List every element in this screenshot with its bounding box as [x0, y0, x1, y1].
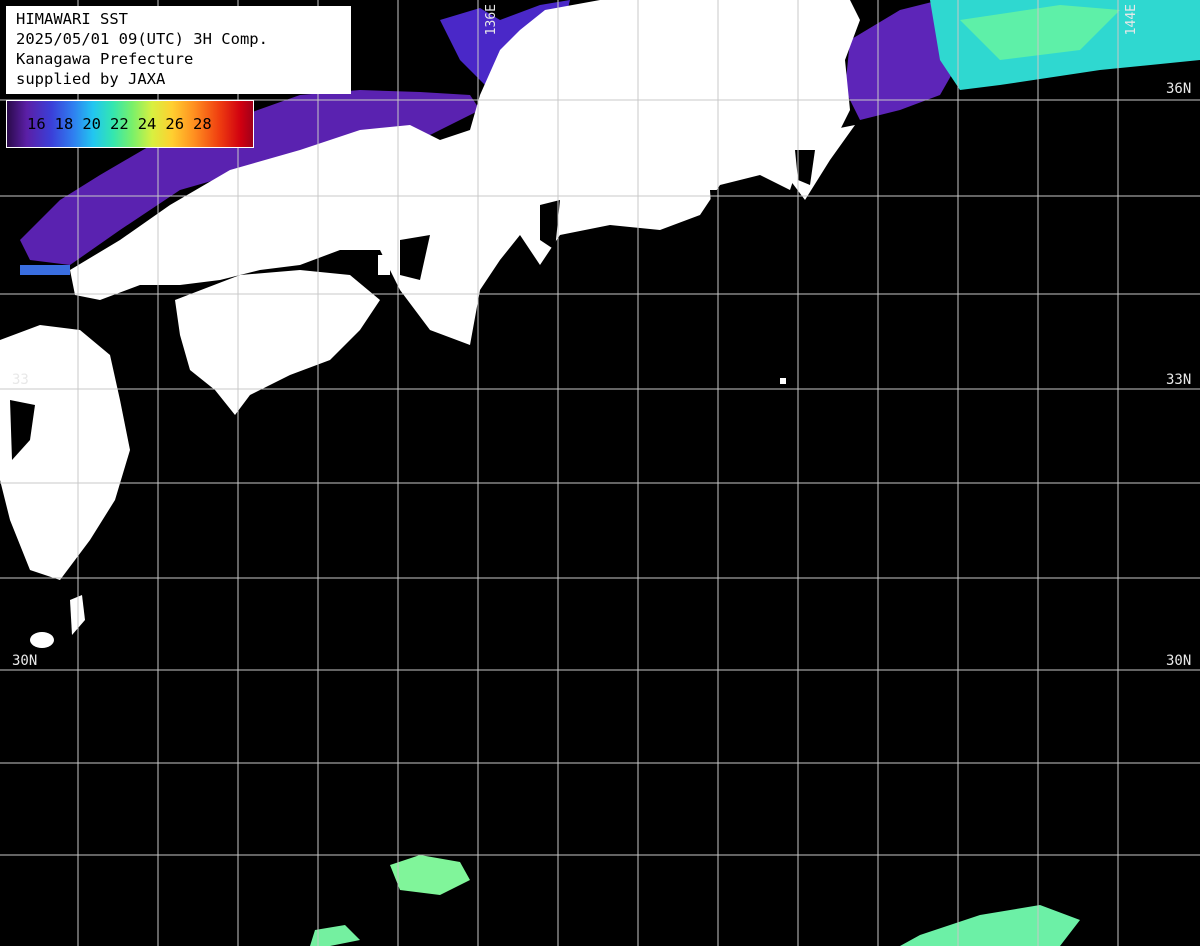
lat-33n-label: 33N	[1166, 372, 1192, 388]
legend-ticks: 16 18 20 22 24 26 28	[27, 115, 212, 133]
lat-30n-label: 30N	[1166, 653, 1192, 669]
map-credit: supplied by JAXA	[16, 70, 166, 88]
legend-tick-26: 26	[165, 115, 185, 133]
map-datetime: 2025/05/01 09(UTC) 3H Comp.	[16, 30, 268, 48]
sst-blue-strip	[20, 265, 70, 275]
legend-tick-20: 20	[82, 115, 102, 133]
legend-tick-22: 22	[110, 115, 129, 133]
lon-144e-label: 144E	[1124, 4, 1139, 36]
awaji-land	[378, 255, 390, 275]
tanegashima-land	[30, 632, 54, 648]
lon-136e-label: 136E	[484, 4, 499, 36]
izu-island	[780, 378, 786, 384]
legend-tick-24: 24	[137, 115, 157, 133]
temperature-color-legend: 16 18 20 22 24 26 28	[6, 100, 254, 148]
lat-36n-label: 36N	[1166, 81, 1192, 97]
info-panel: HIMAWARI SST 2025/05/01 09(UTC) 3H Comp.…	[6, 6, 351, 94]
lat-30n-left-label: 30N	[12, 653, 38, 669]
legend-tick-16: 16	[27, 115, 46, 133]
map-title: HIMAWARI SST	[16, 10, 128, 28]
legend-tick-28: 28	[193, 115, 212, 133]
map-organization: Kanagawa Prefecture	[16, 50, 194, 68]
lat-33-left-label: 33	[12, 372, 29, 388]
legend-tick-18: 18	[54, 115, 74, 133]
